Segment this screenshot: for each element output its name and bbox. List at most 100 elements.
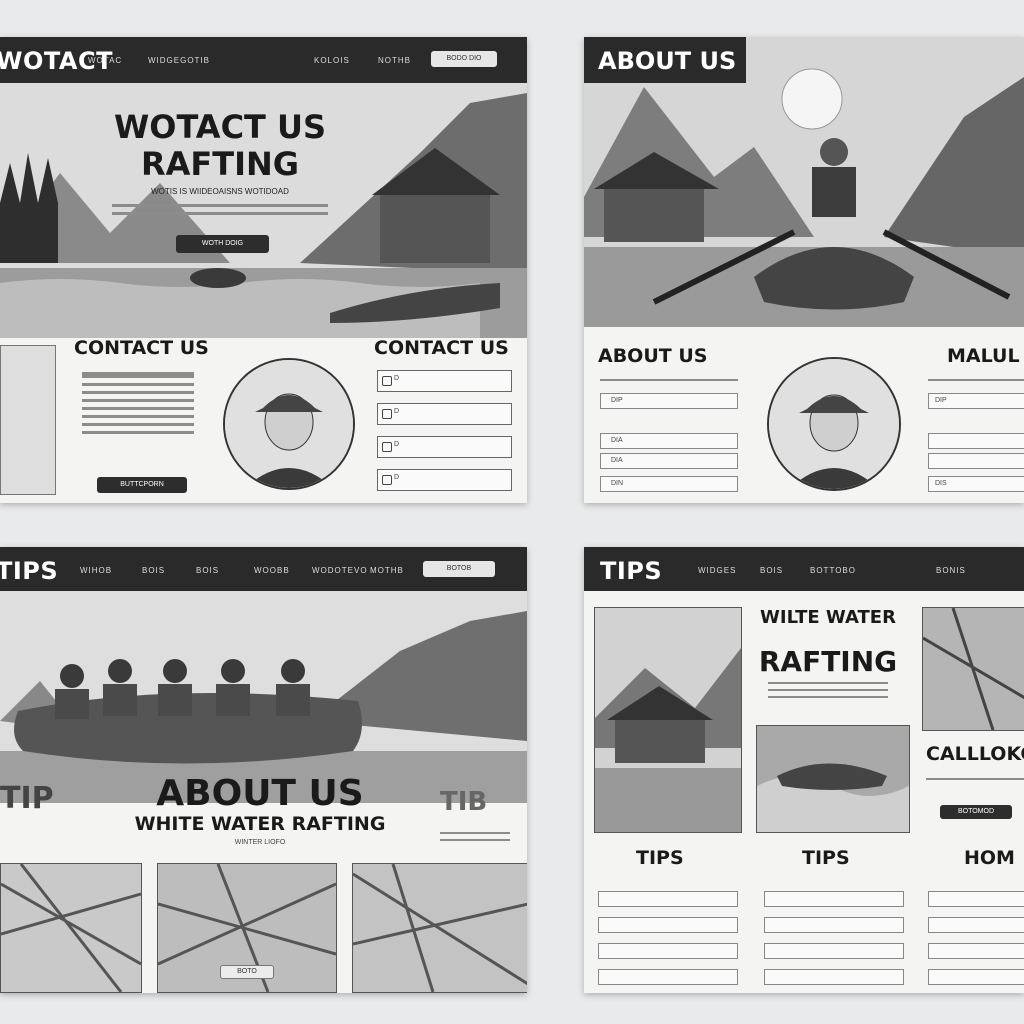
table-row[interactable] — [764, 943, 904, 959]
section-heading: CONTACT US — [74, 337, 209, 359]
field-icon — [382, 376, 392, 386]
hero-image — [0, 591, 527, 803]
nav-link[interactable]: BOIS — [760, 566, 783, 575]
guide-portrait — [769, 359, 899, 489]
nav-button[interactable]: BODO DIO — [431, 51, 497, 67]
nav-bar: TIPS WIDGES BOIS BOTTOBO BONIS — [584, 547, 1024, 591]
nav-link[interactable]: BONIS — [936, 566, 966, 575]
text-line — [768, 689, 888, 691]
panel-tips-home: TIPS WIDGES BOIS BOTTOBO BONIS WILTE WAT… — [584, 547, 1024, 993]
text-line — [82, 415, 194, 418]
collage-photo — [923, 608, 1024, 730]
text-line — [768, 682, 888, 684]
raft-team-scene — [0, 591, 527, 803]
nav-link[interactable]: WODOTEVO — [312, 566, 368, 575]
column-heading: TIPS — [802, 847, 850, 869]
text-line — [82, 407, 194, 410]
body-text — [82, 367, 194, 439]
table-row[interactable] — [598, 943, 738, 959]
nav-link[interactable]: NOTHB — [378, 56, 411, 65]
hero-cta-button[interactable]: WOTH DOIG — [176, 235, 269, 253]
text-line — [82, 372, 194, 378]
section-heading: CONTACT US — [374, 337, 509, 359]
map-tile-image — [353, 864, 527, 992]
body-text — [600, 374, 738, 386]
nav-link[interactable]: BOIS — [196, 566, 219, 575]
brand-logo[interactable]: TIPS — [0, 557, 58, 585]
nav-link[interactable]: BOTTOBO — [810, 566, 856, 575]
text-line — [112, 212, 328, 215]
nav-link[interactable]: WIDGES — [698, 566, 736, 575]
nav-link[interactable]: BOIS — [142, 566, 165, 575]
text-line — [768, 696, 888, 698]
center-title: WILTE WATER — [760, 607, 896, 628]
list-row[interactable]: DIA — [600, 453, 738, 469]
avatar — [767, 357, 901, 491]
nav-link[interactable]: WIDGEGOTIB — [148, 56, 210, 65]
map-tile-image — [1, 864, 141, 992]
hero-subtitle: WOTIS IS WIIDEOAISNS WOTIDOAD — [151, 187, 289, 196]
nav-link[interactable]: WOTAC — [88, 56, 122, 65]
brand-logo[interactable]: TIPS — [600, 557, 662, 585]
hero-title: WOTACT US — [113, 108, 327, 146]
nav-link[interactable]: KOLOIS — [314, 56, 350, 65]
text-line — [82, 399, 194, 402]
body-text — [768, 677, 888, 703]
table-row[interactable] — [928, 891, 1024, 907]
list-row[interactable] — [928, 433, 1024, 449]
table-row[interactable] — [764, 891, 904, 907]
text-line — [82, 431, 194, 434]
column-heading: HOM — [964, 847, 1015, 869]
nav-bar: WOTACT WOTAC WIDGEGOTIB KOLOIS NOTHB BOD… — [0, 37, 527, 83]
badge-right: TIB — [440, 787, 488, 817]
submit-button[interactable]: BUTTCPORN — [97, 477, 187, 493]
table-row[interactable] — [764, 917, 904, 933]
guide-portrait — [225, 360, 353, 488]
table-row[interactable] — [928, 969, 1024, 985]
text-line — [82, 383, 194, 386]
badge-text — [440, 827, 510, 846]
nav-button[interactable]: BOTOB — [423, 561, 495, 577]
table-row[interactable] — [598, 917, 738, 933]
text-line — [440, 832, 510, 834]
map-tile[interactable] — [0, 863, 142, 993]
form-field[interactable]: D — [377, 370, 512, 392]
table-row[interactable] — [598, 969, 738, 985]
cabin-river-image — [595, 608, 741, 832]
text-line — [928, 379, 1024, 381]
hero-text-lines — [112, 199, 328, 220]
right-button[interactable]: BOTOMOD — [940, 805, 1012, 819]
nav-link[interactable]: WIHOB — [80, 566, 112, 575]
form-field[interactable]: D — [377, 469, 512, 491]
text-line — [600, 379, 738, 381]
caption: WINTER LIOFO — [234, 839, 286, 846]
table-row[interactable] — [928, 943, 1024, 959]
hero-image: WOTACT US RAFTING WOTIS IS WIIDEOAISNS W… — [0, 83, 527, 338]
table-row[interactable] — [598, 891, 738, 907]
section-heading: CALLLOKC — [926, 743, 1024, 765]
nav-link[interactable]: WOOBB — [254, 566, 290, 575]
list-row[interactable]: DIP — [928, 393, 1024, 409]
table-row[interactable] — [928, 917, 1024, 933]
list-row[interactable]: DIN — [600, 476, 738, 492]
tile-button[interactable]: BOTO — [220, 965, 274, 979]
body-text — [926, 773, 1024, 785]
field-icon — [382, 475, 392, 485]
form-field[interactable]: D — [377, 436, 512, 458]
column-heading: TIPS — [636, 847, 684, 869]
center-title: RAFTING — [758, 645, 898, 678]
badge-left: TIP — [0, 781, 54, 816]
body-text — [928, 374, 1024, 386]
section-heading: MALUL — [947, 345, 1020, 367]
list-row[interactable]: DIA — [600, 433, 738, 449]
list-row[interactable]: DIS — [928, 476, 1024, 492]
text-line — [112, 204, 328, 207]
nav-bar: TIPS WIHOB BOIS BOIS WOOBB WODOTEVO MOTH… — [0, 547, 527, 591]
list-row[interactable]: DIP — [600, 393, 738, 409]
form-field[interactable]: D — [377, 403, 512, 425]
table-row[interactable] — [764, 969, 904, 985]
hero-title: RAFTING — [140, 145, 300, 183]
nav-link[interactable]: MOTHB — [370, 566, 404, 575]
map-tile[interactable] — [352, 863, 527, 993]
list-row[interactable] — [928, 453, 1024, 469]
